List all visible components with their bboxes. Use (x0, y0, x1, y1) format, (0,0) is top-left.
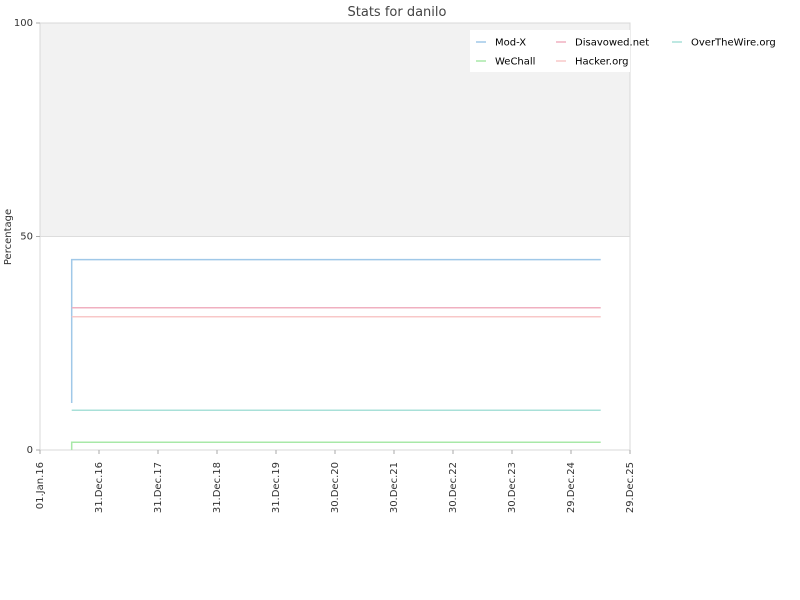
x-axis: 01.Jan.16 31.Dec.16 31.Dec.17 31.Dec.18 31.D… (35, 450, 636, 513)
y-tick-label: 50 (20, 232, 33, 243)
legend-label: OverTheWire.org (691, 38, 776, 49)
legend-label: Mod-X (495, 38, 526, 49)
series-layer (70, 258, 601, 450)
x-tick-label: 31.Dec.16 (94, 462, 105, 513)
legend: Mod-X Disavowed.net OverTheWire.org WeChall… (470, 30, 776, 72)
chart-title: Stats for danilo (348, 5, 447, 20)
series-line-wechall (70, 441, 601, 450)
x-tick-label: 29.Dec.24 (566, 462, 577, 513)
x-tick-label: 01.Jan.16 (35, 462, 46, 509)
x-tick-label: 30.Dec.21 (389, 462, 400, 513)
x-tick-label: 30.Dec.23 (507, 462, 518, 513)
legend-label: Hacker.org (575, 57, 629, 68)
x-tick-label: 31.Dec.19 (271, 462, 282, 513)
x-tick-label: 31.Dec.17 (153, 462, 164, 513)
plot-area (39, 22, 631, 451)
chart: Stats for danilo 0 50 100 01.Jan.16 31.Dec.… (3, 5, 776, 513)
y-axis-title: Percentage (3, 209, 14, 265)
x-tick-label: 30.Dec.20 (330, 462, 341, 513)
x-tick-label: 30.Dec.22 (448, 462, 459, 513)
legend-label: Disavowed.net (575, 38, 649, 49)
y-tick-label: 100 (14, 18, 33, 29)
x-tick-label: 29.Dec.25 (625, 462, 636, 513)
x-tick-label: 31.Dec.18 (212, 462, 223, 513)
y-tick-label: 0 (27, 445, 33, 456)
series-line-mod-x (70, 258, 601, 403)
y-axis: 0 50 100 (14, 18, 40, 456)
legend-label: WeChall (495, 57, 535, 68)
